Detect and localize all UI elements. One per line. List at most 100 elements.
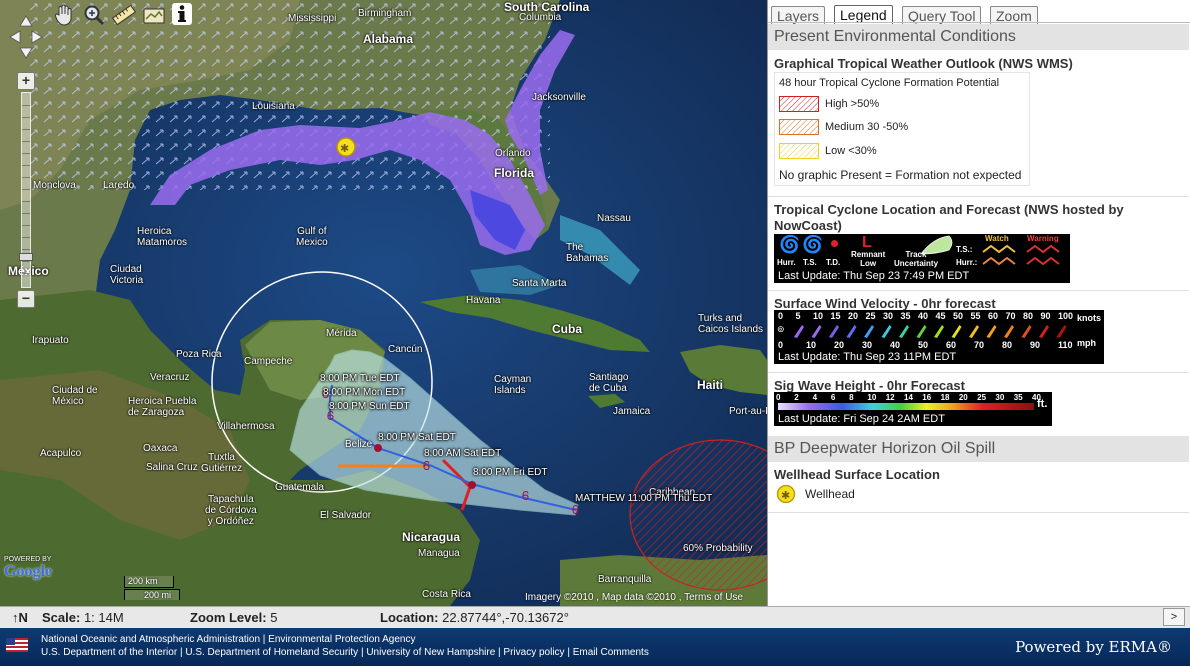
wave-value: 30 xyxy=(995,393,1005,402)
wave-value: 14 xyxy=(904,393,913,402)
map-label: Heroica Matamoros xyxy=(137,226,188,248)
divider xyxy=(768,512,1189,513)
map-label: Louisiana xyxy=(252,101,295,112)
zoom-label: Zoom Level: xyxy=(190,610,267,625)
mph-value: 20 xyxy=(834,340,845,350)
mph-value: 30 xyxy=(862,340,873,350)
wind-arrow-icon xyxy=(986,325,997,338)
status-bar: ↑N Scale: 1: 14M Zoom Level: 5 Location:… xyxy=(0,606,1190,628)
footer-agencies[interactable]: National Oceanic and Atmospheric Adminis… xyxy=(41,634,415,645)
knots-value: 45 xyxy=(935,311,946,321)
zoom-track[interactable] xyxy=(19,92,33,288)
map-label: Havana xyxy=(466,295,501,306)
map-label: Haiti xyxy=(697,378,724,392)
print-map-icon[interactable] xyxy=(142,3,166,27)
footer-links[interactable]: U.S. Department of the Interior | U.S. D… xyxy=(41,647,649,658)
map-label: Guatemala xyxy=(275,482,324,493)
map-label: Mississippi xyxy=(288,13,337,24)
svg-text:Ꮾ: Ꮾ xyxy=(522,489,529,503)
knots-value: 5 xyxy=(795,311,801,321)
knots-value: 30 xyxy=(883,311,894,321)
last-update: Last Update: Thu Sep 23 11PM EDT xyxy=(778,351,957,363)
section-header: Present Environmental Conditions xyxy=(768,24,1189,50)
map-label: Campeche xyxy=(244,356,293,367)
legend-title: Graphical Tropical Weather Outlook (NWS … xyxy=(774,56,1073,71)
knots-value: 35 xyxy=(900,311,911,321)
knots-value: 20 xyxy=(848,311,859,321)
wave-value: 35 xyxy=(1013,393,1023,402)
map-label: Ciudad de México xyxy=(52,385,98,407)
google-wordmark: Google xyxy=(4,563,52,580)
knots-value: 25 xyxy=(865,311,876,321)
svg-text:Ꮾ: Ꮾ xyxy=(423,459,430,473)
pan-control[interactable] xyxy=(8,14,44,60)
scale-value: 1: 14M xyxy=(83,610,124,625)
last-update: Last Update: Thu Sep 23 7:49 PM EDT xyxy=(778,270,970,282)
collapse-panel-button[interactable]: > xyxy=(1163,608,1185,626)
map-label: Alabama xyxy=(363,32,414,46)
map-label: Laredo xyxy=(103,180,135,191)
legend-label: Remnant Low xyxy=(851,250,886,268)
zoom-slider-handle[interactable] xyxy=(19,253,33,261)
mph-value: 80 xyxy=(1002,340,1013,350)
zoom-magnifier-icon[interactable] xyxy=(82,3,106,27)
wind-arrow-icon xyxy=(1056,325,1067,338)
wind-arrow-icon xyxy=(934,325,944,338)
legend-title: Surface Wind Velocity - 0hr forecast xyxy=(774,296,996,311)
mph-value: 110 xyxy=(1058,340,1073,350)
map-viewport[interactable]: Ꮾ Ꮾ Ꮾ Ꮾ Ꮾ ✱ Mississippi Birmingham South… xyxy=(0,0,767,606)
map-label: Jamaica xyxy=(613,406,651,417)
imagery-credit[interactable]: Imagery ©2010 , Map data ©2010 , Terms o… xyxy=(525,592,743,603)
zoom-value: 5 xyxy=(270,610,278,625)
zoom-in-button[interactable]: + xyxy=(17,72,35,90)
knots-value: 80 xyxy=(1023,311,1034,321)
legend-label: Hurr.: xyxy=(956,258,978,267)
zoom-slider[interactable]: + − xyxy=(17,72,35,308)
map-label: Jacksonville xyxy=(532,92,586,103)
wind-velocity-legend: 0 5 10 15 20 25 30 35 40 45 50 55 60 70 80 90 100 0 10 20 3… xyxy=(774,310,1104,364)
legend-label: Track Uncertainty xyxy=(894,250,939,268)
knots-value: 55 xyxy=(970,311,981,321)
gtwo-note: No graphic Present = Formation not expec… xyxy=(779,168,1022,182)
pan-arrows-icon[interactable] xyxy=(8,14,44,60)
tropical-cyclone-legend: 🌀 🌀 L Hurr. T.S. T.D. Remnant Low Track … xyxy=(774,234,1070,283)
map-label: Nicaragua xyxy=(402,530,461,544)
divider xyxy=(768,196,1189,197)
map-label: Monclova xyxy=(33,180,76,191)
map-label: Florida xyxy=(494,166,535,180)
wind-arrow-icon xyxy=(829,325,839,338)
map-label: Irapuato xyxy=(32,335,69,346)
wind-arrow-icon xyxy=(811,325,822,338)
map-label: Gulf of Mexico xyxy=(296,226,328,248)
zoom-out-button[interactable]: − xyxy=(17,290,35,308)
map-label: Heroica Puebla de Zaragoza xyxy=(128,396,197,418)
mph-value: 50 xyxy=(918,340,929,350)
legend-title: Sig Wave Height - 0hr Forecast xyxy=(774,378,965,393)
hand-pan-icon[interactable] xyxy=(52,3,76,27)
map-label: Cuba xyxy=(552,322,582,336)
powered-by-text: POWERED BY xyxy=(4,556,52,563)
knots-value: 10 xyxy=(813,311,824,321)
map-label: Ciudad Victoria xyxy=(110,264,144,286)
map-label: The Bahamas xyxy=(566,242,609,264)
map-label: Birmingham xyxy=(358,8,412,19)
north-arrow-icon: ↑N xyxy=(12,610,28,625)
storm-forecast-label: 8:00 AM Sat EDT xyxy=(424,448,502,459)
info-icon[interactable] xyxy=(172,3,192,25)
wave-value: 18 xyxy=(940,393,950,402)
wave-value: 4 xyxy=(812,393,818,402)
tab-underline xyxy=(768,22,1190,23)
measure-ruler-icon[interactable] xyxy=(112,3,136,27)
mph-unit: mph xyxy=(1077,338,1096,348)
divider xyxy=(768,372,1189,373)
wave-value: 0 xyxy=(776,393,781,402)
calm-icon: ⊚ xyxy=(777,324,785,334)
wind-arrow-icon xyxy=(864,325,874,338)
legend-label: T.D. xyxy=(826,258,841,267)
wave-value: 10 xyxy=(867,393,877,402)
wave-color-ramp xyxy=(778,403,1034,410)
section-header: BP Deepwater Horizon Oil Spill xyxy=(768,436,1189,462)
mph-value: 90 xyxy=(1030,340,1041,350)
wave-value: 6 xyxy=(830,393,836,402)
location-label: Location: xyxy=(380,610,439,625)
